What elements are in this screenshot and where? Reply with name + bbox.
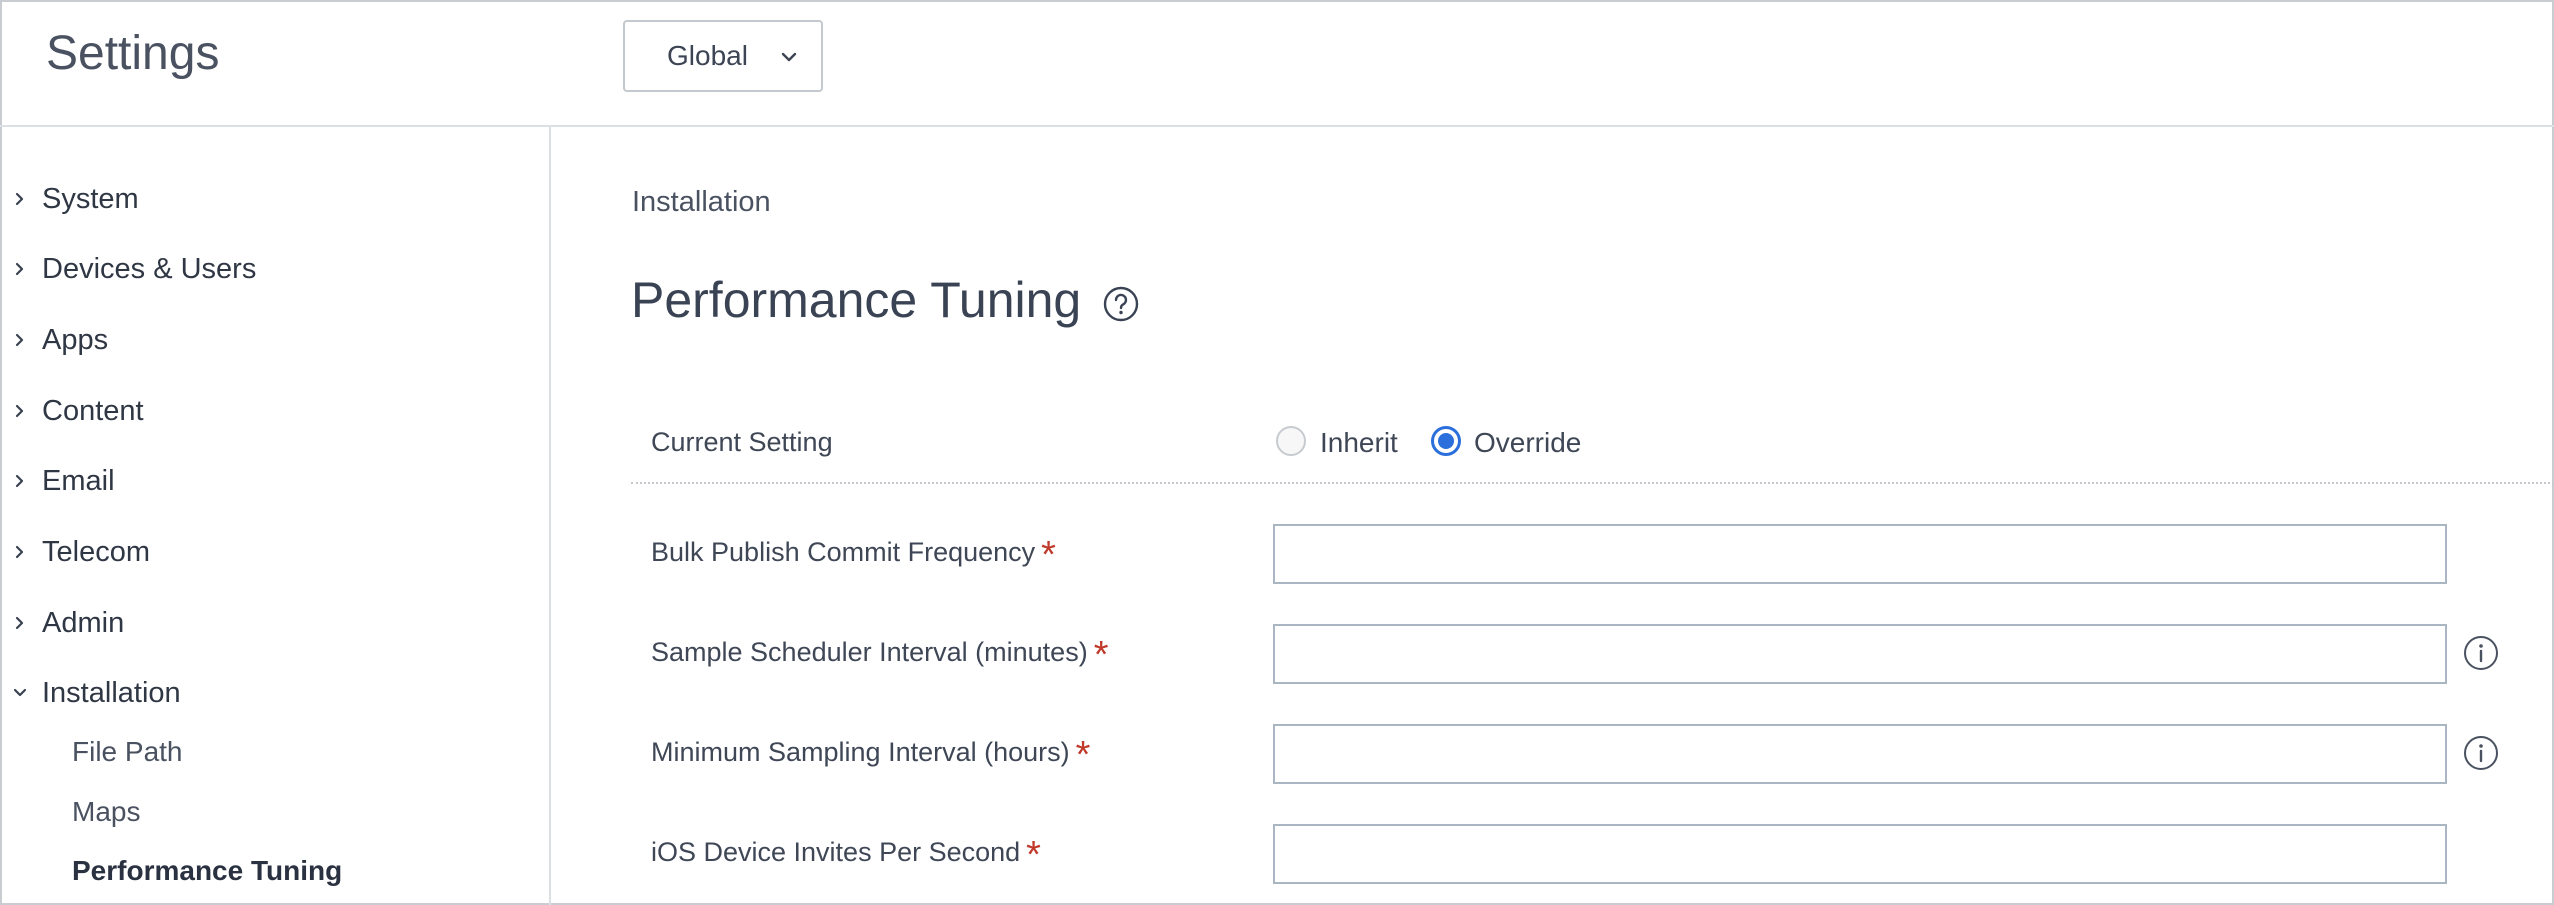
minimum-sampling-interval-input[interactable] — [1273, 724, 2447, 784]
main-content: Installation Performance Tuning Current … — [553, 127, 2554, 905]
sidebar-item-system[interactable]: System — [0, 174, 540, 224]
app-title: Settings — [46, 27, 220, 80]
sample-scheduler-interval-input[interactable] — [1273, 624, 2447, 684]
minimum-sampling-interval-label: Minimum Sampling Interval (hours) * — [651, 736, 1090, 774]
sidebar-item-email[interactable]: Email — [0, 456, 540, 506]
bulk-publish-commit-frequency-input[interactable] — [1273, 524, 2447, 584]
help-icon[interactable] — [1102, 285, 1140, 323]
sidebar-item-devices-users[interactable]: Devices & Users — [0, 244, 540, 294]
chevron-right-icon — [15, 474, 24, 488]
sidebar-item-label: Installation — [42, 676, 181, 709]
sidebar-item-label: Admin — [42, 606, 125, 639]
sidebar-item-label: Email — [42, 464, 115, 497]
sidebar-item-content[interactable]: Content — [0, 386, 540, 436]
field-label-text: iOS Device Invites Per Second — [651, 837, 1021, 867]
chevron-down-icon — [781, 52, 797, 62]
inherit-radio-label: Inherit — [1320, 427, 1398, 458]
field-label-text: Minimum Sampling Interval (hours) — [651, 737, 1070, 767]
sidebar-item-apps[interactable]: Apps — [0, 315, 540, 365]
sidebar-item-installation[interactable]: Installation — [0, 668, 540, 718]
sidebar-item-label: System — [42, 182, 139, 215]
sidebar-subitem-file-path[interactable]: File Path — [72, 736, 183, 768]
field-label-text: Sample Scheduler Interval (minutes) — [651, 637, 1088, 667]
app-header: Settings Global — [0, 0, 2554, 127]
chevron-right-icon — [15, 333, 24, 347]
breadcrumb: Installation — [632, 186, 771, 218]
required-marker: * — [1075, 734, 1091, 776]
chevron-down-icon — [13, 688, 27, 697]
info-icon[interactable] — [2463, 735, 2499, 771]
chevron-right-icon — [15, 192, 24, 206]
sample-scheduler-interval-label: Sample Scheduler Interval (minutes) * — [651, 636, 1109, 674]
scope-select[interactable]: Global — [623, 20, 823, 92]
sidebar-item-label: Apps — [42, 323, 109, 356]
required-marker: * — [1026, 834, 1041, 876]
ios-device-invites-input[interactable] — [1273, 824, 2447, 884]
scope-select-value: Global — [667, 40, 748, 71]
required-marker: * — [1093, 634, 1109, 676]
sidebar-item-label: Devices & Users — [42, 252, 257, 285]
chevron-right-icon — [15, 616, 24, 630]
sidebar-nav: System Devices & Users Apps Content Emai… — [0, 127, 551, 905]
chevron-right-icon — [15, 545, 24, 559]
page-title: Performance Tuning — [631, 272, 1082, 328]
current-setting-label: Current Setting — [651, 427, 833, 457]
sidebar-item-telecom[interactable]: Telecom — [0, 527, 540, 577]
bulk-publish-commit-frequency-label: Bulk Publish Commit Frequency * — [651, 536, 1056, 574]
chevron-right-icon — [15, 404, 24, 418]
inherit-radio[interactable] — [1276, 426, 1306, 456]
sidebar-item-label: Content — [42, 394, 144, 427]
sidebar-subitem-performance-tuning[interactable]: Performance Tuning — [72, 855, 342, 887]
required-marker: * — [1041, 534, 1056, 576]
ios-device-invites-label: iOS Device Invites Per Second * — [651, 836, 1041, 874]
section-divider — [631, 482, 2554, 484]
sidebar-subitem-maps[interactable]: Maps — [72, 796, 140, 828]
info-icon[interactable] — [2463, 635, 2499, 671]
sidebar-item-admin[interactable]: Admin — [0, 598, 540, 648]
chevron-right-icon — [15, 262, 24, 276]
sidebar-item-label: Telecom — [42, 535, 150, 568]
field-label-text: Bulk Publish Commit Frequency — [651, 537, 1036, 567]
override-radio-label: Override — [1474, 427, 1582, 458]
override-radio[interactable] — [1431, 426, 1461, 456]
